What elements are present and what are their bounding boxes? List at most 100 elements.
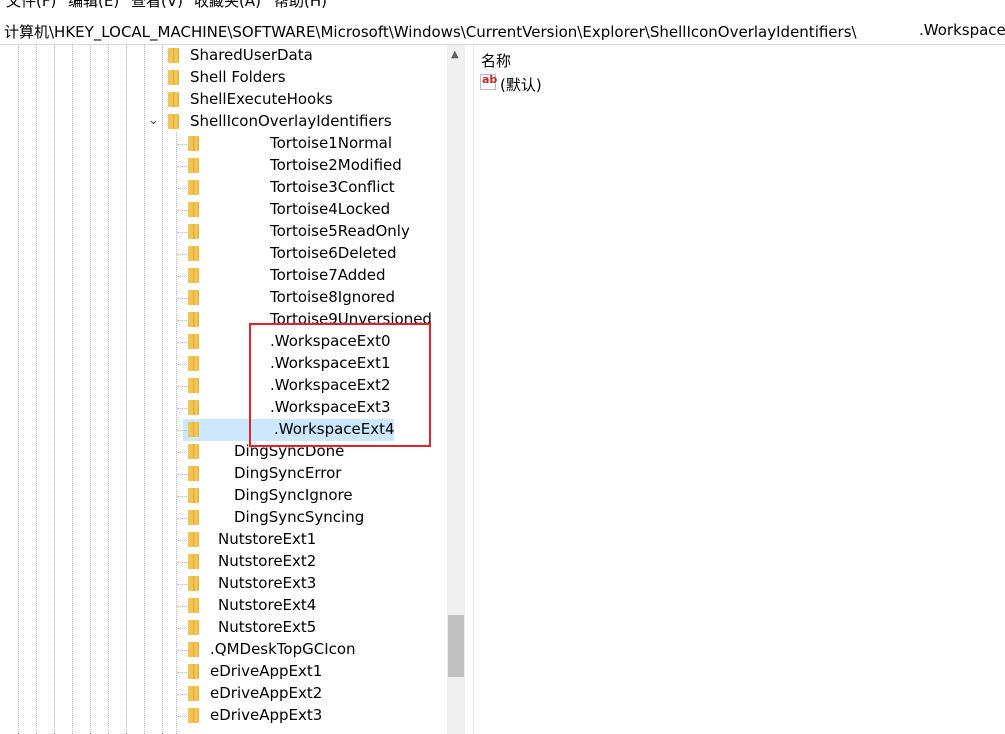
folder-icon <box>188 444 199 459</box>
folder-icon <box>188 598 199 613</box>
folder-icon <box>188 686 199 701</box>
folder-icon <box>188 202 199 217</box>
address-key: .Workspace <box>919 21 1005 39</box>
menu-favorites[interactable]: 收藏夹(A) <box>194 0 261 11</box>
tree-item-label: Tortoise6Deleted <box>270 244 397 262</box>
folder-icon <box>188 510 199 525</box>
tree-item[interactable]: NutstoreExt3 <box>0 573 447 595</box>
folder-icon <box>188 488 199 503</box>
tree-item-expanded[interactable]: ⌄ ShellIconOverlayIdentifiers <box>0 111 447 133</box>
string-value-icon: ab <box>480 73 497 90</box>
tree-item[interactable]: Tortoise6Deleted <box>0 243 447 265</box>
annotation-highlight-box <box>249 323 431 447</box>
tree-item-label: SharedUserData <box>190 46 313 64</box>
folder-icon <box>168 70 179 85</box>
pane-splitter[interactable] <box>465 45 474 734</box>
folder-open-icon <box>168 114 179 129</box>
tree-item[interactable]: Shell Folders <box>0 67 447 89</box>
tree-connector <box>177 276 187 277</box>
folder-icon <box>188 268 199 283</box>
folder-icon <box>188 620 199 635</box>
tree-item[interactable]: ShellExecuteHooks <box>0 89 447 111</box>
folder-icon <box>188 554 199 569</box>
tree-item[interactable]: Tortoise8Ignored <box>0 287 447 309</box>
folder-icon <box>188 246 199 261</box>
tree-item-label: Shell Folders <box>190 68 286 86</box>
chevron-down-icon[interactable]: ⌄ <box>148 113 159 128</box>
tree-item-label: eDriveAppExt2 <box>210 684 323 702</box>
tree-item[interactable]: Tortoise1Normal <box>0 133 447 155</box>
tree-item[interactable]: Tortoise2Modified <box>0 155 447 177</box>
tree-connector <box>177 606 187 607</box>
tree-item[interactable]: Tortoise4Locked <box>0 199 447 221</box>
tree-scrollbar[interactable]: ▲ <box>447 45 465 734</box>
folder-icon <box>188 334 199 349</box>
folder-icon <box>168 92 179 107</box>
folder-icon <box>188 466 199 481</box>
tree-connector <box>177 210 187 211</box>
scroll-up-icon[interactable]: ▲ <box>451 49 459 60</box>
folder-icon <box>188 158 199 173</box>
menu-view[interactable]: 查看(V) <box>131 0 183 11</box>
tree-connector <box>177 518 187 519</box>
column-header-name[interactable]: 名称 <box>481 50 511 71</box>
tree-item-label: Tortoise2Modified <box>270 156 402 174</box>
tree-connector <box>177 254 187 255</box>
tree-item-label: NutstoreExt1 <box>218 530 317 548</box>
tree-item[interactable]: eDriveAppExt3 <box>0 705 447 727</box>
tree-item-label: Tortoise1Normal <box>270 134 393 152</box>
tree-item-label: NutstoreExt4 <box>218 596 317 614</box>
tree-item-label: Tortoise3Conflict <box>270 178 395 196</box>
address-bar[interactable]: 计算机\HKEY_LOCAL_MACHINE\SOFTWARE\Microsof… <box>0 18 1005 45</box>
folder-icon <box>188 290 199 305</box>
folder-icon <box>188 356 199 371</box>
tree-connector <box>177 232 187 233</box>
folder-icon <box>188 312 199 327</box>
tree-item[interactable]: eDriveAppExt1 <box>0 661 447 683</box>
menu-file[interactable]: 文件(F) <box>6 0 56 11</box>
tree-item[interactable]: DingSyncSyncing <box>0 507 447 529</box>
folder-icon <box>188 378 199 393</box>
tree-connector <box>177 144 187 145</box>
tree-connector <box>177 694 187 695</box>
folder-icon <box>168 48 179 63</box>
tree-item-label: ShellExecuteHooks <box>190 90 333 108</box>
tree-item[interactable]: Tortoise5ReadOnly <box>0 221 447 243</box>
folder-icon <box>188 400 199 415</box>
tree-item-label: eDriveAppExt3 <box>210 706 323 724</box>
tree-item-label: NutstoreExt5 <box>218 618 317 636</box>
tree-connector <box>177 342 187 343</box>
tree-connector <box>177 452 187 453</box>
tree-connector <box>177 628 187 629</box>
tree-connector <box>177 408 187 409</box>
tree-connector <box>177 584 187 585</box>
menu-edit[interactable]: 编辑(E) <box>68 0 119 11</box>
tree-item-label: NutstoreExt3 <box>218 574 317 592</box>
tree-item[interactable]: .QMDeskTopGCIcon <box>0 639 447 661</box>
tree-item[interactable]: DingSyncIgnore <box>0 485 447 507</box>
tree-item[interactable]: NutstoreExt2 <box>0 551 447 573</box>
tree-connector <box>177 562 187 563</box>
tree-item[interactable]: Tortoise7Added <box>0 265 447 287</box>
folder-icon <box>188 708 199 723</box>
tree-item[interactable]: DingSyncError <box>0 463 447 485</box>
tree-item[interactable]: NutstoreExt1 <box>0 529 447 551</box>
tree-item[interactable]: NutstoreExt4 <box>0 595 447 617</box>
values-pane: 名称 ab (默认) <box>474 45 1005 734</box>
value-row[interactable]: ab (默认) <box>480 72 680 94</box>
menu-help[interactable]: 帮助(H) <box>274 0 327 11</box>
folder-icon <box>188 642 199 657</box>
tree-item-label: Tortoise4Locked <box>270 200 391 218</box>
tree-connector <box>177 430 187 431</box>
tree-item[interactable]: eDriveAppExt2 <box>0 683 447 705</box>
value-name: (默认) <box>500 76 542 94</box>
tree-item[interactable]: SharedUserData <box>0 45 447 67</box>
scroll-thumb[interactable] <box>448 615 464 677</box>
tree-item[interactable]: NutstoreExt5 <box>0 617 447 639</box>
tree-connector <box>177 672 187 673</box>
menu-bar: 文件(F) 编辑(E) 查看(V) 收藏夹(A) 帮助(H) <box>0 0 1005 12</box>
tree-item-label: DingSyncIgnore <box>234 486 353 504</box>
tree-connector <box>177 496 187 497</box>
tree-item[interactable]: Tortoise3Conflict <box>0 177 447 199</box>
tree-connector <box>177 298 187 299</box>
